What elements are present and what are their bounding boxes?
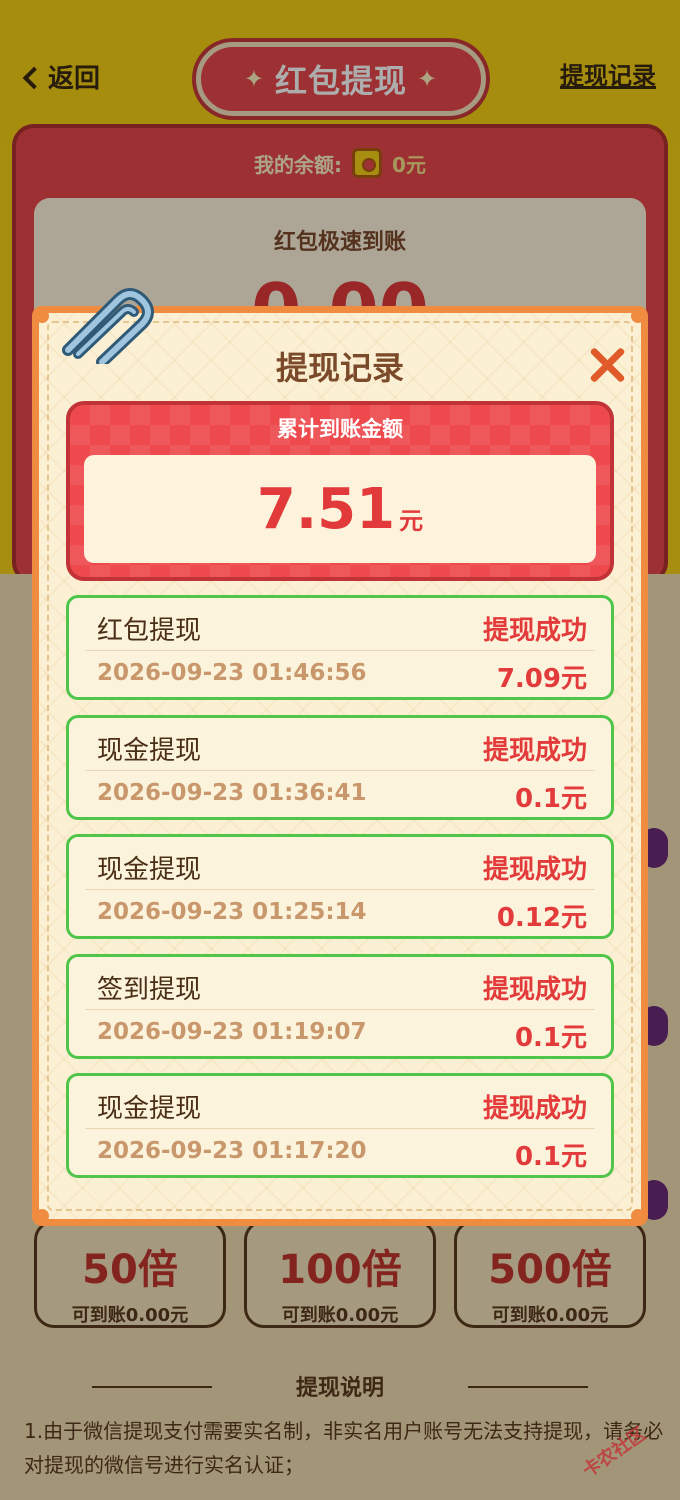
record-time: 2026-09-23 01:36:41 [97,779,367,806]
record-type: 现金提现 [97,1094,202,1124]
divider [85,1008,595,1010]
close-icon[interactable] [585,343,627,385]
divider [85,769,595,771]
record-amount: 0.1元 [514,783,587,814]
record-list: 红包提现 提现成功 2026-09-23 01:46:56 7.09元 现金提现… [66,595,614,1193]
record-status: 提现成功 [482,855,587,885]
corner-dot [35,1209,49,1223]
paperclip-icon [62,288,154,364]
divider [85,650,595,651]
list-item: 红包提现 提现成功 2026-09-23 01:46:56 7.09元 [66,595,614,700]
record-status: 提现成功 [482,974,587,1005]
corner-dot [631,1209,645,1223]
record-time: 2026-09-23 01:17:20 [97,1138,367,1164]
corner-dot [35,309,49,323]
record-amount: 0.1元 [514,1022,587,1053]
record-amount: 7.09元 [496,664,587,694]
list-item: 现金提现 提现成功 2026-09-23 01:17:20 0.1元 [66,1073,614,1178]
record-type: 签到提现 [97,974,202,1005]
total-amount-panel: 7.51 元 [84,455,596,563]
list-item: 签到提现 提现成功 2026-09-23 01:19:07 0.1元 [66,953,614,1059]
total-label: 累计到账金额 [277,417,403,441]
record-time: 2026-09-23 01:25:14 [97,899,367,925]
total-received-box: 累计到账金额 7.51 元 [66,401,614,581]
record-type: 现金提现 [97,735,202,766]
total-amount: 7.51 [256,476,396,542]
list-item: 现金提现 提现成功 2026-09-23 01:36:41 0.1元 [66,714,614,820]
divider [85,1128,595,1129]
total-unit: 元 [399,506,424,535]
record-type: 红包提现 [97,616,202,646]
record-time: 2026-09-23 01:19:07 [97,1018,367,1045]
corner-dot [631,309,645,323]
record-time: 2026-09-23 01:46:56 [97,660,367,686]
divider [85,889,595,890]
record-type: 现金提现 [97,855,202,885]
withdraw-record-modal: 提现记录 累计到账金额 7.51 元 红包提现 提现成功 2026-09-23 … [32,306,648,1226]
record-status: 提现成功 [482,616,587,646]
record-amount: 0.1元 [514,1142,587,1172]
record-status: 提现成功 [482,1094,587,1124]
record-status: 提现成功 [482,735,587,766]
record-amount: 0.12元 [496,903,587,933]
list-item: 现金提现 提现成功 2026-09-23 01:25:14 0.12元 [66,834,614,939]
